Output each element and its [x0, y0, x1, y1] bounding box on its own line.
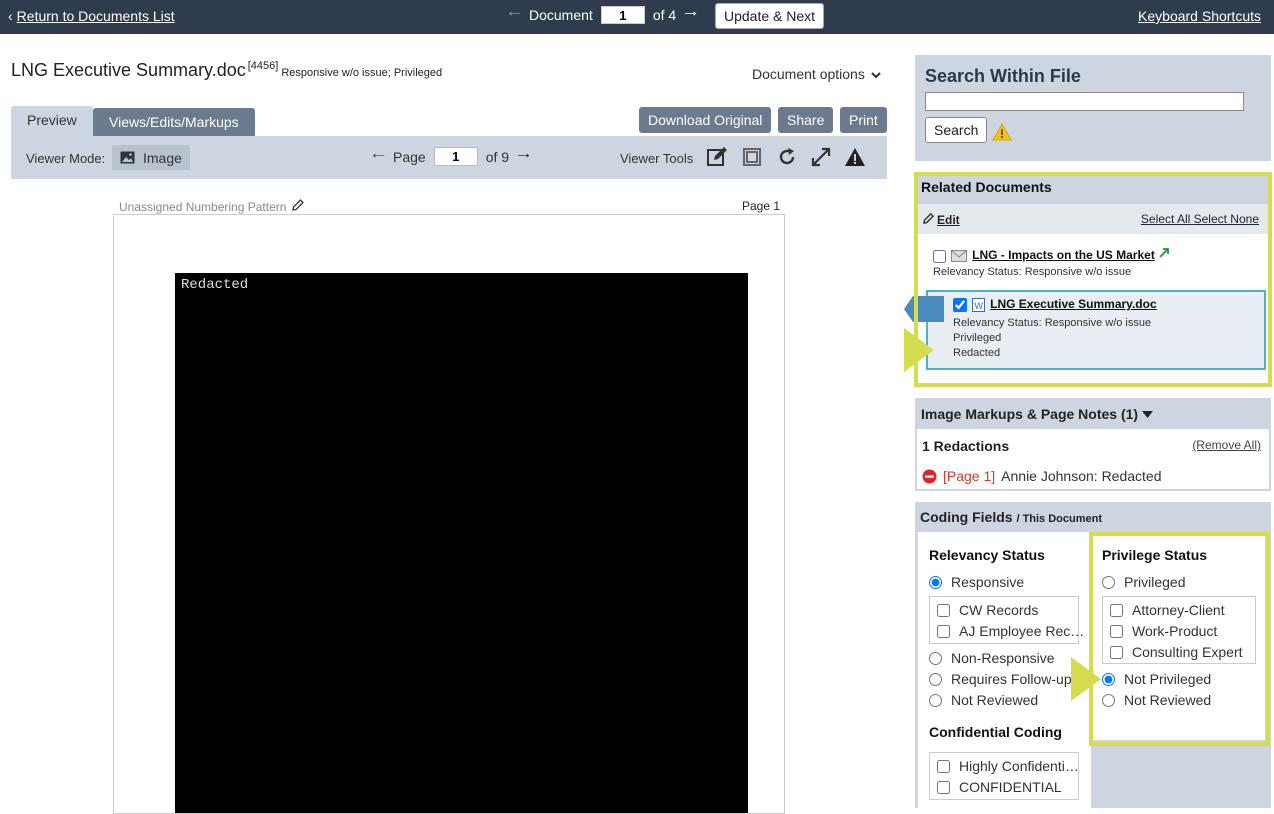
warning-icon[interactable]	[844, 146, 866, 168]
relevancy-responsive-option[interactable]: Responsive	[929, 574, 1024, 590]
checkbox-aj-employee[interactable]	[937, 624, 950, 638]
option-label: CONFIDENTIAL	[959, 779, 1062, 795]
document-status: Responsive w/o issue; Privileged	[281, 67, 443, 79]
redactions-count: 1 Redactions	[922, 438, 1010, 454]
document-title: LNG Executive Summary.doc [4456]Responsiv…	[11, 60, 442, 81]
option-label: Responsive	[951, 574, 1025, 590]
rotate-icon[interactable]	[776, 146, 798, 168]
radio-non-responsive[interactable]	[929, 651, 942, 665]
pencil-icon[interactable]	[291, 199, 304, 211]
page-total: of 9	[485, 148, 510, 165]
caret-down-icon	[1141, 411, 1153, 418]
page-navigator: 🠀 Page of 9 🠂	[372, 147, 530, 166]
tab-preview[interactable]: Preview	[11, 106, 93, 136]
document-number-input[interactable]	[600, 6, 645, 24]
highlight-frame	[914, 172, 1272, 387]
document-name: LNG Executive Summary.doc	[11, 60, 246, 80]
checkbox-cw-records[interactable]	[937, 603, 950, 617]
document-navigator: 🠀 Document of 4 🠂	[508, 6, 697, 24]
option-label: AJ Employee Rec…	[959, 623, 1085, 639]
confidential-coding-title: Confidential Coding	[929, 724, 1062, 740]
search-within-file-panel: Search Within File Search	[915, 55, 1271, 161]
print-button[interactable]: Print	[840, 107, 887, 133]
confidential-option[interactable]: CONFIDENTIAL	[937, 779, 1062, 795]
highlight-pointer	[1071, 657, 1101, 701]
top-bar: ‹Return to Documents List 🠀 Document of …	[0, 0, 1274, 34]
search-button[interactable]: Search	[925, 117, 988, 143]
remove-all-link[interactable]: (Remove All)	[1192, 438, 1261, 452]
page-number-label: Page 1	[742, 199, 781, 213]
highlight-frame	[1089, 532, 1270, 746]
radio-follow-up[interactable]	[929, 672, 942, 686]
warning-icon	[992, 123, 1012, 141]
redacted-label: Redacted	[181, 277, 249, 293]
highly-confidential-option[interactable]: Highly Confidenti…	[937, 758, 1079, 774]
option-label: CW Records	[959, 602, 1039, 618]
numbering-pattern-label: Unassigned Numbering Pattern	[119, 200, 287, 214]
image-icon	[120, 151, 135, 164]
viewer-mode-value: Image	[143, 149, 182, 166]
previous-document-icon[interactable]: 🠀	[508, 7, 521, 23]
expand-icon[interactable]	[810, 146, 832, 168]
crop-frame-icon[interactable]	[741, 146, 763, 168]
search-input[interactable]	[925, 92, 1244, 111]
document-id: [4456]	[247, 60, 279, 72]
radio-not-reviewed[interactable]	[929, 693, 942, 707]
chevron-left-icon: ‹	[8, 8, 13, 24]
image-markups-panel: Image Markups & Page Notes (1) 1 Redacti…	[915, 398, 1271, 491]
markups-title: Image Markups & Page Notes (1)	[921, 406, 1139, 422]
next-page-icon[interactable]: 🠂	[517, 148, 530, 165]
search-title: Search Within File	[925, 66, 1081, 86]
return-label: Return to Documents List	[16, 8, 175, 24]
checkbox-confidential[interactable]	[937, 780, 950, 794]
page-number-input[interactable]	[433, 147, 478, 166]
redaction-box[interactable]: Redacted	[175, 273, 748, 813]
viewer-mode-image-button[interactable]: Image	[112, 145, 190, 170]
page-label: Page	[393, 148, 426, 165]
coding-title: Coding Fields	[920, 509, 1013, 525]
document-options-label: Document options	[752, 66, 865, 82]
tab-views-edits-markups[interactable]: Views/Edits/Markups	[93, 108, 255, 136]
update-next-button[interactable]: Update & Next	[715, 3, 825, 29]
highlight-pointer	[904, 328, 934, 372]
previous-page-icon[interactable]: 🠀	[372, 148, 385, 165]
viewer-tools-label: Viewer Tools	[620, 151, 694, 166]
return-to-documents-link[interactable]: ‹ Return to Documents List	[8, 8, 175, 24]
chevron-down-icon	[871, 72, 881, 79]
markup-item[interactable]: [Page 1] Annie Johnson: Redacted	[922, 468, 1162, 484]
relevancy-status-title: Relevancy Status	[929, 547, 1045, 563]
option-label: Requires Follow-up	[951, 671, 1072, 687]
viewer-mode-label: Viewer Mode:	[26, 151, 106, 166]
checkbox-highly-confidential[interactable]	[937, 759, 950, 773]
aj-employee-records-option[interactable]: AJ Employee Rec…	[937, 623, 1084, 639]
relevancy-follow-up-option[interactable]: Requires Follow-up	[929, 671, 1072, 687]
relevancy-non-responsive-option[interactable]: Non-Responsive	[929, 650, 1055, 666]
markup-description: Annie Johnson: Redacted	[1001, 468, 1162, 484]
document-label: Document	[529, 7, 593, 23]
download-original-button[interactable]: Download Original	[639, 107, 772, 133]
coding-fields-header: Coding Fields / This Document	[920, 509, 1102, 525]
document-total: of 4	[652, 7, 677, 23]
markups-header[interactable]: Image Markups & Page Notes (1)	[917, 400, 1269, 429]
next-document-icon[interactable]: 🠂	[684, 7, 697, 23]
share-button[interactable]: Share	[778, 107, 834, 133]
relevancy-not-reviewed-option[interactable]: Not Reviewed	[929, 692, 1038, 708]
document-options-dropdown[interactable]: Document options	[752, 66, 881, 82]
markup-page-link[interactable]: [Page 1]	[943, 468, 995, 484]
viewer-toolbar: Viewer Mode: Image 🠀 Page of 9 🠂 Viewer …	[11, 136, 887, 179]
cw-records-option[interactable]: CW Records	[937, 602, 1038, 618]
remove-circle-icon[interactable]	[922, 469, 937, 484]
option-label: Highly Confidenti…	[959, 758, 1079, 774]
coding-subtitle: / This Document	[1016, 513, 1103, 525]
option-label: Non-Responsive	[951, 650, 1055, 666]
keyboard-shortcuts-link[interactable]: Keyboard Shortcuts	[1138, 8, 1261, 24]
edit-annotate-icon[interactable]	[706, 146, 728, 168]
radio-responsive[interactable]	[929, 575, 942, 589]
option-label: Not Reviewed	[951, 692, 1039, 708]
numbering-pattern[interactable]: Unassigned Numbering Pattern	[119, 199, 304, 214]
